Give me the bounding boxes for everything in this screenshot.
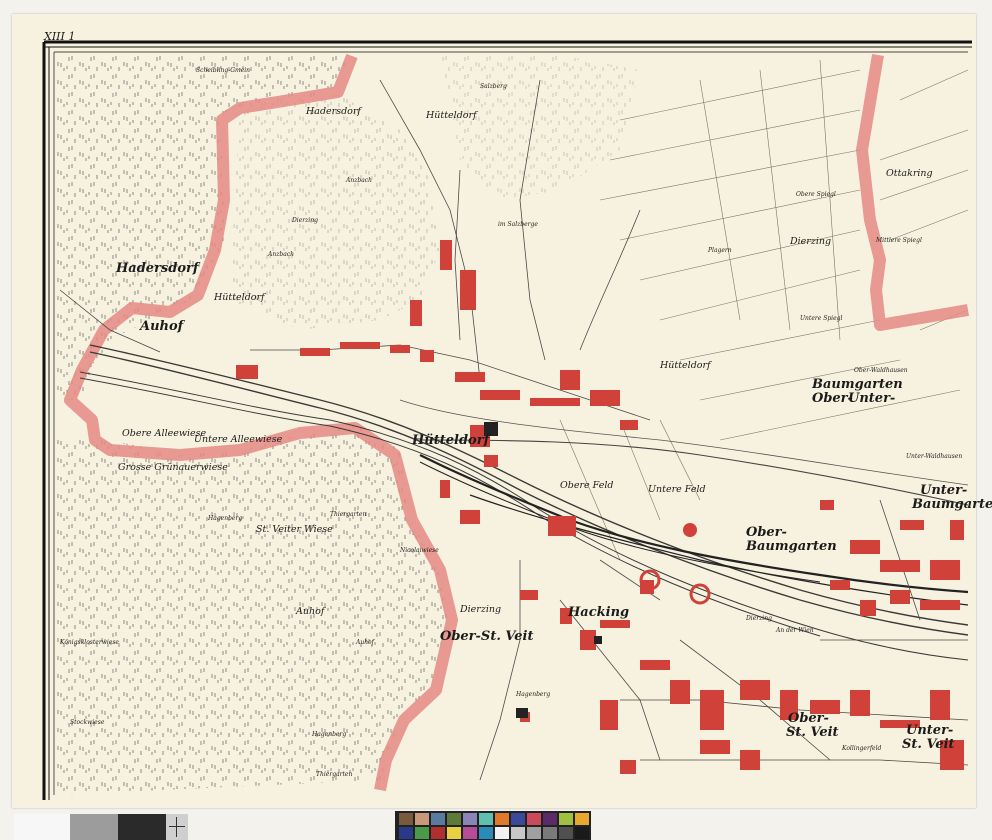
label-koenigsklosterwiese: Königsklosterwiese	[59, 639, 119, 646]
label-dierzing-3: Dierzing	[459, 604, 501, 615]
label-thiergarten-2: Thiergarten	[316, 771, 352, 778]
label-grosse-graenauerwiese: Grosse Grünauerwiese	[118, 462, 228, 473]
label-anzbach-2: Anzbach	[267, 251, 294, 258]
label-ober-st-veit-2a: Ober-	[788, 711, 829, 726]
crosshair-target	[166, 814, 188, 840]
label-ober-baumgarten-1: Ober-	[746, 525, 787, 540]
label-obere-feld: Obere Feld	[560, 480, 614, 491]
label-unter-baumgarten-2: Baumgarten	[911, 497, 992, 512]
color-calibration-card	[395, 811, 591, 840]
label-dierzing-4: Dierzing	[745, 615, 772, 622]
label-mittlere-spiegl: Mittlere Spiegl	[875, 237, 922, 244]
label-plagern: Plagern	[707, 247, 732, 254]
label-an-der-wien: An der Wien	[775, 627, 814, 634]
label-ober-waldhausen: Ober-Waldhausen	[854, 367, 908, 374]
label-hadersdorf-n: Hadersdorf	[305, 106, 362, 117]
label-unter-st-veit-1: Unter-	[906, 723, 953, 738]
label-ober-st-veit-2b: St. Veit	[786, 725, 839, 740]
label-ottakring: Ottakring	[886, 168, 933, 179]
label-ober-st-veit: Ober-St. Veit	[440, 629, 533, 644]
label-unter-baumgarten-1: Unter-	[920, 483, 967, 498]
label-untere-spiegl: Untere Spiegl	[800, 315, 842, 322]
label-hagenberg-2: Hagenberg	[311, 731, 346, 738]
label-kollingerfeld: Kollingerfeld	[841, 745, 882, 752]
label-obere-spiegl: Obere Spiegl	[796, 191, 836, 198]
label-im-salzberge: im Salzberge	[498, 221, 538, 228]
label-nicolaiwiese: Nicolaiwiese	[399, 547, 439, 554]
label-stockwiese: Stockwiese	[70, 719, 105, 726]
label-ober-baumgarten-2: Baumgarten	[745, 539, 837, 554]
label-auhof-1: Auhof	[138, 319, 186, 334]
sheet-number: XIII 1	[44, 30, 76, 43]
label-unter-waldhausen: Unter-Waldhausen	[906, 453, 962, 460]
label-auhof-3: Auhof	[355, 639, 376, 646]
label-huetteldorf-main: Hütteldorf	[411, 433, 492, 448]
label-ober: Ober-	[812, 391, 853, 406]
label-unter: Unter-	[848, 391, 895, 406]
landmark-symbols	[484, 422, 602, 718]
label-hagenberg-3: Hagenberg	[515, 691, 550, 698]
label-anzbach-1: Anzbach	[345, 177, 372, 184]
label-untere-feld: Untere Feld	[648, 484, 706, 495]
label-thiergarten-1: Thiergarten	[330, 511, 366, 518]
label-salzberg: Salzberg	[480, 83, 507, 90]
city-map: Scheibling-Gmein Hadersdorf Hadersdorf H…	[42, 40, 992, 800]
label-baumgarten: Baumgarten	[811, 377, 903, 392]
label-huetteldorf-n: Hütteldorf	[425, 110, 478, 121]
label-dierzing-1: Dierzing	[291, 217, 318, 224]
label-hagenberg-1: Hagenberg	[207, 515, 242, 522]
label-auhof-2: Auhof	[295, 606, 326, 617]
label-hacking: Hacking	[567, 605, 629, 620]
label-huetteldorf-w: Hütteldorf	[213, 292, 266, 303]
label-untere-alleewiese: Untere Alleewiese	[194, 434, 283, 445]
label-unter-st-veit-2: St. Veit	[902, 737, 955, 752]
label-st-veiter-wiese: St. Veiter Wiese	[256, 524, 333, 535]
label-hadersdorf-w: Hadersdorf	[115, 261, 201, 276]
label-huetteldorf-e: Hütteldorf	[659, 360, 712, 371]
label-dierzing-2: Dierzing	[789, 236, 831, 247]
label-scheibling-gmein: Scheibling-Gmein	[196, 67, 250, 74]
